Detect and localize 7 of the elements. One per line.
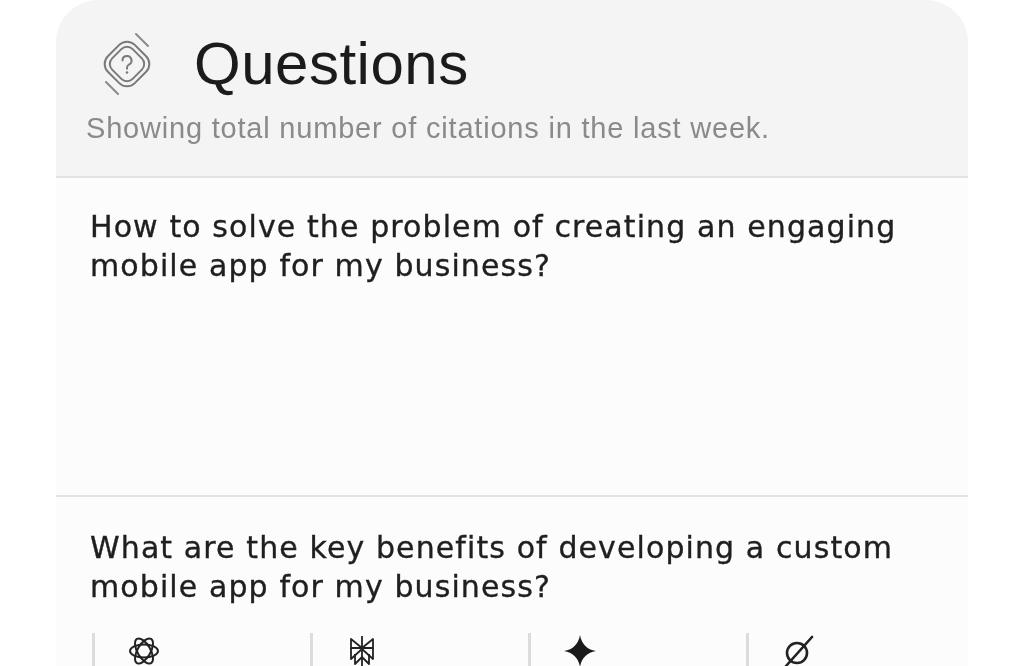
sparkle-icon [564, 635, 596, 666]
slashed-circle-icon [782, 635, 814, 666]
title: Questions [194, 29, 469, 99]
subtitle: Showing total number of citations in the last week. [86, 111, 770, 145]
atom-icon [128, 635, 160, 666]
question-text: How to solve the problem of creating an engaging mobile app for my business? [90, 208, 898, 285]
question-text: What are the key benefits of developing a custom mobile app for my business? [90, 529, 895, 606]
